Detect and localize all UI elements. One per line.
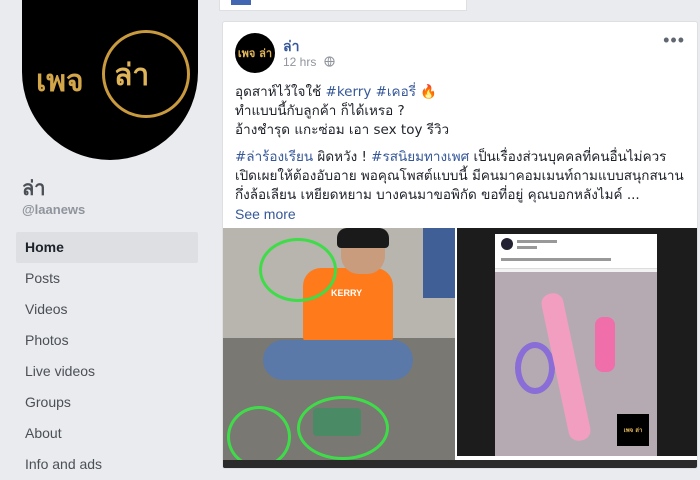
photo2-phone-line: [501, 258, 611, 261]
nav-item-videos[interactable]: Videos: [16, 294, 198, 325]
photo2-phone-avatar: [501, 238, 513, 250]
avatar-text-left: เพจ: [36, 64, 84, 99]
page-sidebar: เพจ ล่า ล่า @laanews Home Posts Videos P…: [0, 0, 210, 472]
photo1-highlight-circle-bottom-left: [227, 406, 291, 468]
photo2-pink-object-small: [595, 317, 615, 372]
nav-item-live-videos[interactable]: Live videos: [16, 356, 198, 387]
globe-icon: [320, 55, 335, 69]
nav-item-groups[interactable]: Groups: [16, 387, 198, 418]
nav-item-about[interactable]: About: [16, 418, 198, 449]
photo1-highlight-circle-top: [259, 238, 337, 302]
hashtag-kerry[interactable]: #kerry: [326, 84, 372, 100]
post-author-avatar[interactable]: เพจ ล่า: [235, 33, 275, 73]
top-action-bar: [219, 0, 467, 11]
photo1-jeans: [263, 340, 413, 380]
photo2-phone-line: [517, 246, 537, 249]
post-photo-2[interactable]: เพจ ล่า: [457, 228, 697, 456]
post-line1-prefix: อุดสาห์ไว้ใจใช้: [235, 84, 326, 100]
avatar-text-right: ล่า: [114, 58, 150, 93]
photo1-hair: [337, 228, 389, 248]
nav-item-info-and-ads[interactable]: Info and ads: [16, 449, 198, 480]
post-options-icon[interactable]: •••: [663, 30, 685, 51]
photo2-watermark-logo: เพจ ล่า: [617, 414, 649, 446]
page-name[interactable]: ล่า: [22, 172, 46, 204]
nav-item-home[interactable]: Home: [16, 232, 198, 263]
post-line3: อ้างชำรุด แกะซ่อม เอา sex toy รีวิว: [235, 122, 450, 138]
nav-item-photos[interactable]: Photos: [16, 325, 198, 356]
hashtag-kerry-thai[interactable]: #เคอรี่: [376, 84, 416, 100]
see-more-link[interactable]: See more: [235, 206, 296, 222]
post-photo-1[interactable]: KERRY: [223, 228, 455, 468]
nav-item-posts[interactable]: Posts: [16, 263, 198, 294]
post-line2: ทำแบบนี้กับลูกค้า ก็ได้เหรอ ?: [235, 103, 405, 119]
photo1-shirt-text: KERRY: [331, 288, 363, 298]
photo1-highlight-circle-bottom: [297, 396, 389, 460]
fire-icon: 🔥: [420, 84, 438, 100]
page-nav: Home Posts Videos Photos Live videos Gro…: [16, 232, 198, 480]
post-text: อุดสาห์ไว้ใจใช้ #kerry #เคอรี่ 🔥 ทำแบบนี…: [235, 83, 687, 225]
post-timestamp[interactable]: 12 hrs: [283, 55, 316, 69]
page-handle[interactable]: @laanews: [22, 202, 85, 217]
page-avatar[interactable]: เพจ ล่า: [22, 0, 198, 160]
feed-post: เพจ ล่า ล่า 12 hrs ••• อุดสาห์ไว้ใจใช้ #…: [222, 21, 698, 469]
hashtag-complaint[interactable]: #ล่าร้องเรียน: [235, 149, 313, 165]
photo2-purple-object: [515, 342, 555, 394]
post-para-text1: ผิดหวัง !: [313, 149, 372, 165]
photo1-standing-leg: [423, 228, 455, 298]
post-meta: 12 hrs: [283, 55, 335, 69]
photo2-phone-line: [517, 240, 557, 243]
photo2-phone-header: [495, 234, 657, 269]
top-action-bar-indicator: [231, 0, 251, 5]
hashtag-sexual-preference[interactable]: #รสนิยมทางเพศ: [371, 149, 469, 165]
